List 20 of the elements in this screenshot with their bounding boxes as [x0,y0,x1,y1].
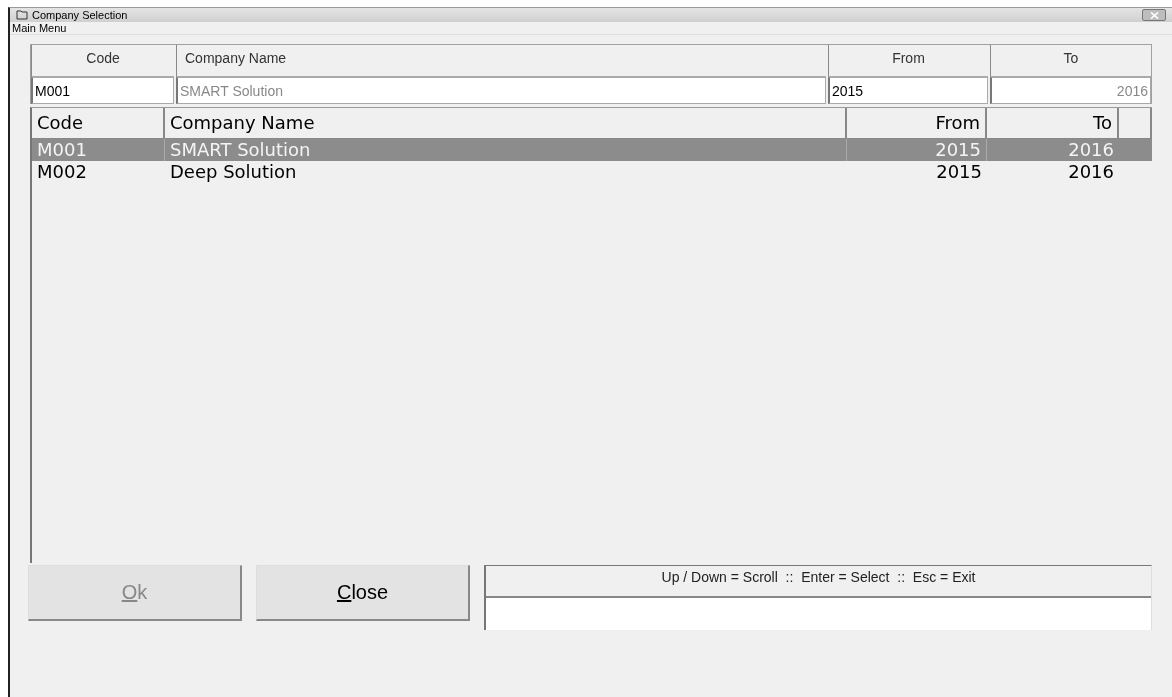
table-cell-text: M002 [36,161,88,183]
table-cell-text: Deep Solution [169,161,298,183]
column-header: From [828,45,988,77]
table-cell-text: 2016 [1067,139,1115,161]
table-row[interactable]: M002 Deep Solution 2015 2016 [32,161,1152,183]
table-cell: SMART Solution [165,139,847,161]
column-header: Code [31,45,174,77]
close-icon[interactable] [1142,9,1166,21]
table-cell: 2015 [847,139,987,161]
window-title: Company Selection [32,9,129,21]
dialog-button[interactable]: Close [256,565,470,621]
menu-item[interactable]: Main Menu [12,22,67,34]
table-cell-text: 2016 [1067,161,1115,183]
column-header: Company Name [176,45,826,77]
input-field[interactable]: M001 [31,77,174,104]
input-field[interactable]: 2015 [828,77,988,104]
column-header: To [990,45,1151,77]
window-icon [16,10,28,20]
table-cell-text: 2015 [935,161,983,183]
table-cell: M001 [32,139,165,161]
